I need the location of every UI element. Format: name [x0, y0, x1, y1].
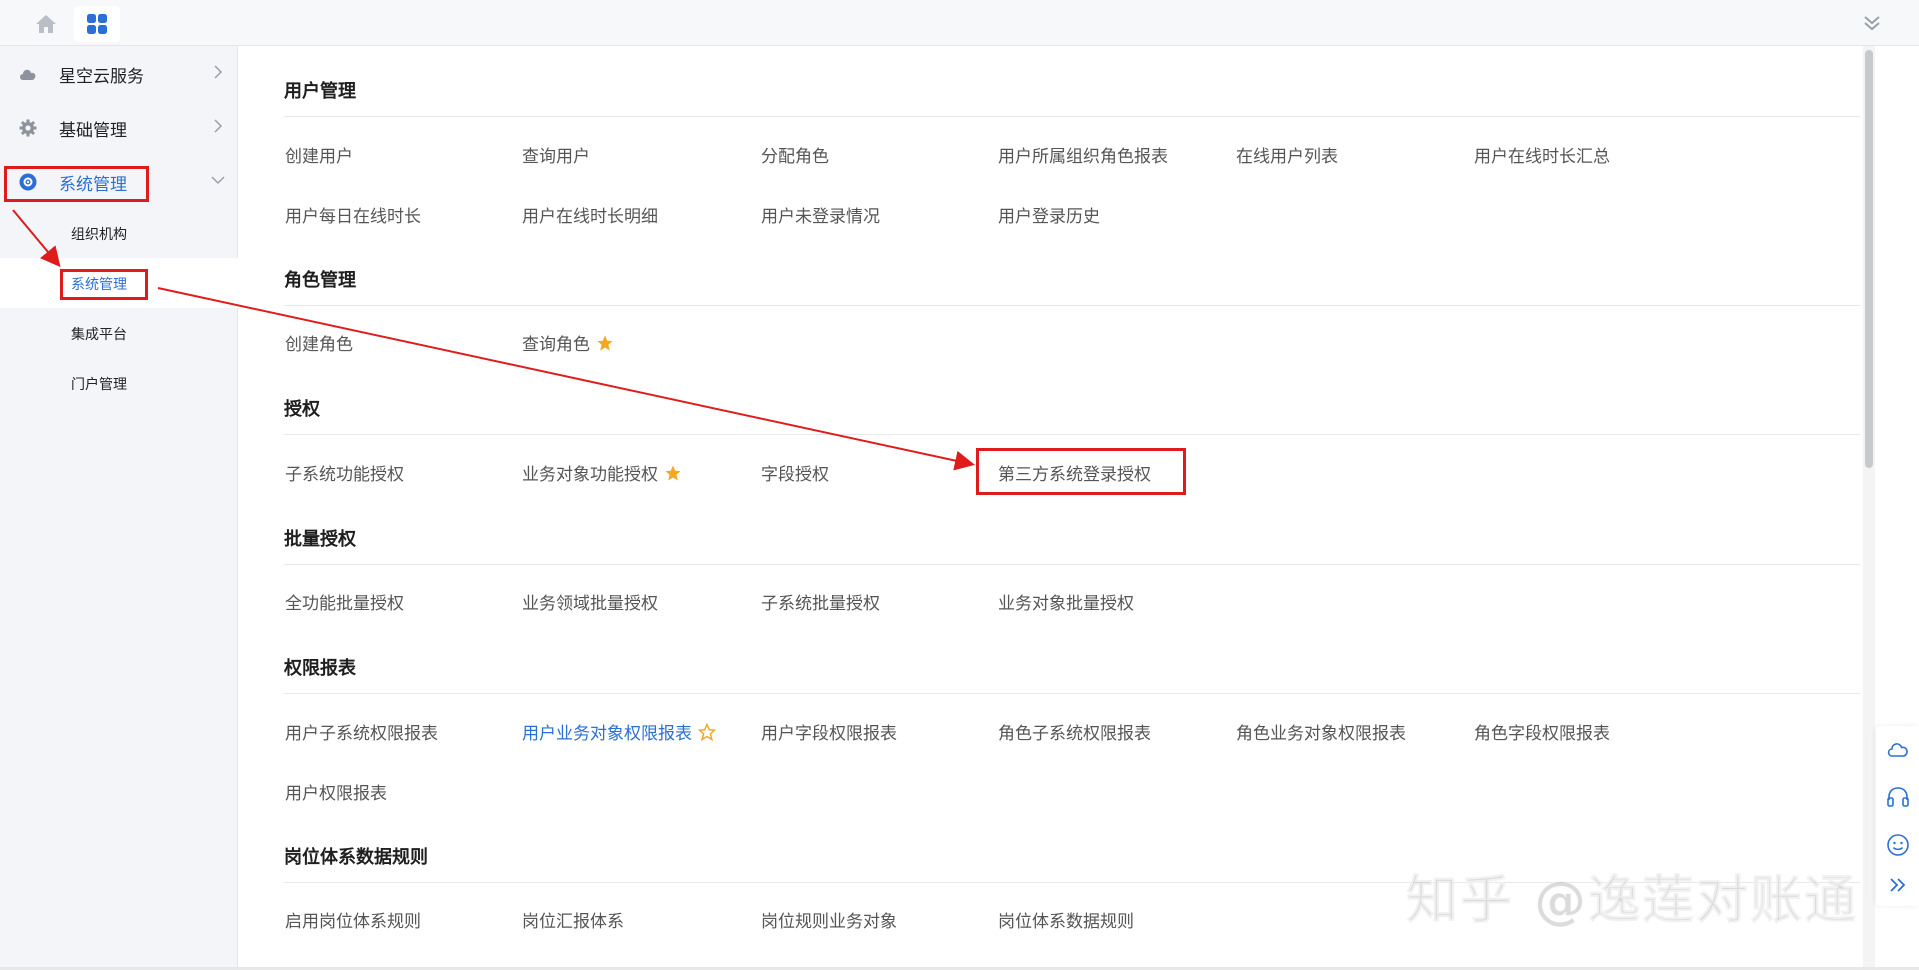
- star-filled-icon: [665, 465, 681, 481]
- link-user-field-perm-report[interactable]: 用户字段权限报表: [761, 719, 897, 744]
- link-full-function-batch-auth[interactable]: 全功能批量授权: [285, 589, 404, 614]
- link-role-business-object-perm-report[interactable]: 角色业务对象权限报表: [1236, 719, 1406, 744]
- link-user-perm-report[interactable]: 用户权限报表: [285, 779, 387, 804]
- section-title-role-management: 角色管理: [284, 270, 356, 291]
- sidebar-subitem-label: 集成平台: [71, 327, 127, 343]
- link-query-role-wrapper[interactable]: 查询角色: [522, 330, 614, 355]
- section-divider: [284, 305, 1860, 306]
- link-subsystem-function-auth[interactable]: 子系统功能授权: [285, 460, 404, 485]
- sidebar-item-label: 星空云服务: [59, 67, 144, 87]
- link-business-domain-batch-auth[interactable]: 业务领域批量授权: [522, 589, 658, 614]
- section-title-position-data-rules: 岗位体系数据规则: [284, 847, 428, 868]
- main-content: 用户管理 创建用户 查询用户 分配角色 用户所属组织角色报表 在线用户列表 用户…: [238, 46, 1860, 970]
- section-divider: [284, 116, 1860, 117]
- sidebar-item-label: 基础管理: [59, 121, 127, 141]
- link-position-data-rules[interactable]: 岗位体系数据规则: [998, 907, 1134, 932]
- link-user-subsystem-perm-report[interactable]: 用户子系统权限报表: [285, 719, 438, 744]
- link-business-object-batch-auth[interactable]: 业务对象批量授权: [998, 589, 1134, 614]
- link-user-org-role-report[interactable]: 用户所属组织角色报表: [998, 142, 1168, 167]
- apps-button[interactable]: [74, 6, 120, 42]
- link-create-role[interactable]: 创建角色: [285, 330, 353, 355]
- top-bar: [0, 0, 1919, 46]
- home-button[interactable]: [30, 11, 62, 37]
- watermark: 知乎 @逸莲对账通: [1405, 871, 1859, 932]
- link-user-business-object-perm-report-wrapper[interactable]: 用户业务对象权限报表: [522, 719, 716, 744]
- sidebar-subitem-portal-management[interactable]: 门户管理: [0, 358, 238, 408]
- section-divider: [284, 434, 1860, 435]
- vertical-scrollbar[interactable]: [1863, 46, 1875, 970]
- chevron-right-icon: [208, 114, 228, 138]
- annotation-box-third-party-login-auth: [976, 448, 1186, 495]
- link-role-field-perm-report[interactable]: 角色字段权限报表: [1474, 719, 1610, 744]
- link-enable-position-rules[interactable]: 启用岗位体系规则: [285, 907, 421, 932]
- sidebar-subitem-organization[interactable]: 组织机构: [0, 208, 238, 258]
- link-query-role: 查询角色: [522, 335, 590, 355]
- link-field-auth[interactable]: 字段授权: [761, 460, 829, 485]
- sidebar-subitem-label: 门户管理: [71, 377, 127, 393]
- double-chevron-down-icon: [1864, 16, 1880, 31]
- link-create-user[interactable]: 创建用户: [285, 142, 353, 167]
- chevron-right-icon: [208, 60, 228, 84]
- section-title-batch-authorization: 批量授权: [284, 529, 356, 550]
- section-divider: [284, 564, 1860, 565]
- cloud-icon[interactable]: [1885, 736, 1911, 762]
- home-icon: [36, 15, 56, 33]
- sidebar-subitem-integration-platform[interactable]: 集成平台: [0, 308, 238, 358]
- sidebar-subitem-label: 组织机构: [71, 227, 127, 243]
- section-title-authorization: 授权: [284, 399, 320, 420]
- link-subsystem-batch-auth[interactable]: 子系统批量授权: [761, 589, 880, 614]
- link-user-not-logged-in[interactable]: 用户未登录情况: [761, 202, 880, 227]
- link-role-subsystem-perm-report[interactable]: 角色子系统权限报表: [998, 719, 1151, 744]
- link-assign-role[interactable]: 分配角色: [761, 142, 829, 167]
- link-query-user[interactable]: 查询用户: [522, 142, 590, 167]
- smile-icon[interactable]: [1885, 832, 1911, 858]
- link-business-object-function-auth: 业务对象功能授权: [522, 465, 658, 485]
- cloud-icon: [18, 64, 38, 84]
- section-title-user-management: 用户管理: [284, 81, 356, 102]
- link-business-object-function-auth-wrapper[interactable]: 业务对象功能授权: [522, 460, 682, 485]
- link-user-login-history[interactable]: 用户登录历史: [998, 202, 1100, 227]
- chevron-down-icon: [208, 168, 228, 192]
- section-divider: [284, 693, 1860, 694]
- sidebar-item-basic-management[interactable]: 基础管理: [0, 100, 238, 154]
- collapse-tabs-button[interactable]: [1859, 10, 1885, 36]
- star-outline-icon[interactable]: [698, 723, 716, 741]
- annotation-box-system-management: [4, 166, 149, 202]
- double-chevron-right-icon[interactable]: [1885, 872, 1911, 898]
- floating-tool-panel: [1876, 726, 1919, 906]
- star-filled-icon: [597, 335, 613, 351]
- link-position-reporting-system[interactable]: 岗位汇报体系: [522, 907, 624, 932]
- gear-icon: [18, 118, 38, 138]
- link-online-duration-detail[interactable]: 用户在线时长明细: [522, 202, 658, 227]
- link-daily-online-duration[interactable]: 用户每日在线时长: [285, 202, 421, 227]
- link-online-duration-summary[interactable]: 用户在线时长汇总: [1474, 142, 1610, 167]
- section-title-permission-reports: 权限报表: [284, 658, 356, 679]
- link-user-business-object-perm-report: 用户业务对象权限报表: [522, 724, 692, 744]
- headset-icon[interactable]: [1885, 784, 1911, 810]
- sidebar-item-cloud-services[interactable]: 星空云服务: [0, 46, 238, 100]
- link-position-rule-business-object[interactable]: 岗位规则业务对象: [761, 907, 897, 932]
- scrollbar-thumb[interactable]: [1865, 50, 1873, 468]
- annotation-box-system-management-sub: [60, 269, 148, 300]
- link-online-user-list[interactable]: 在线用户列表: [1236, 142, 1338, 167]
- grid-apps-icon: [87, 14, 107, 34]
